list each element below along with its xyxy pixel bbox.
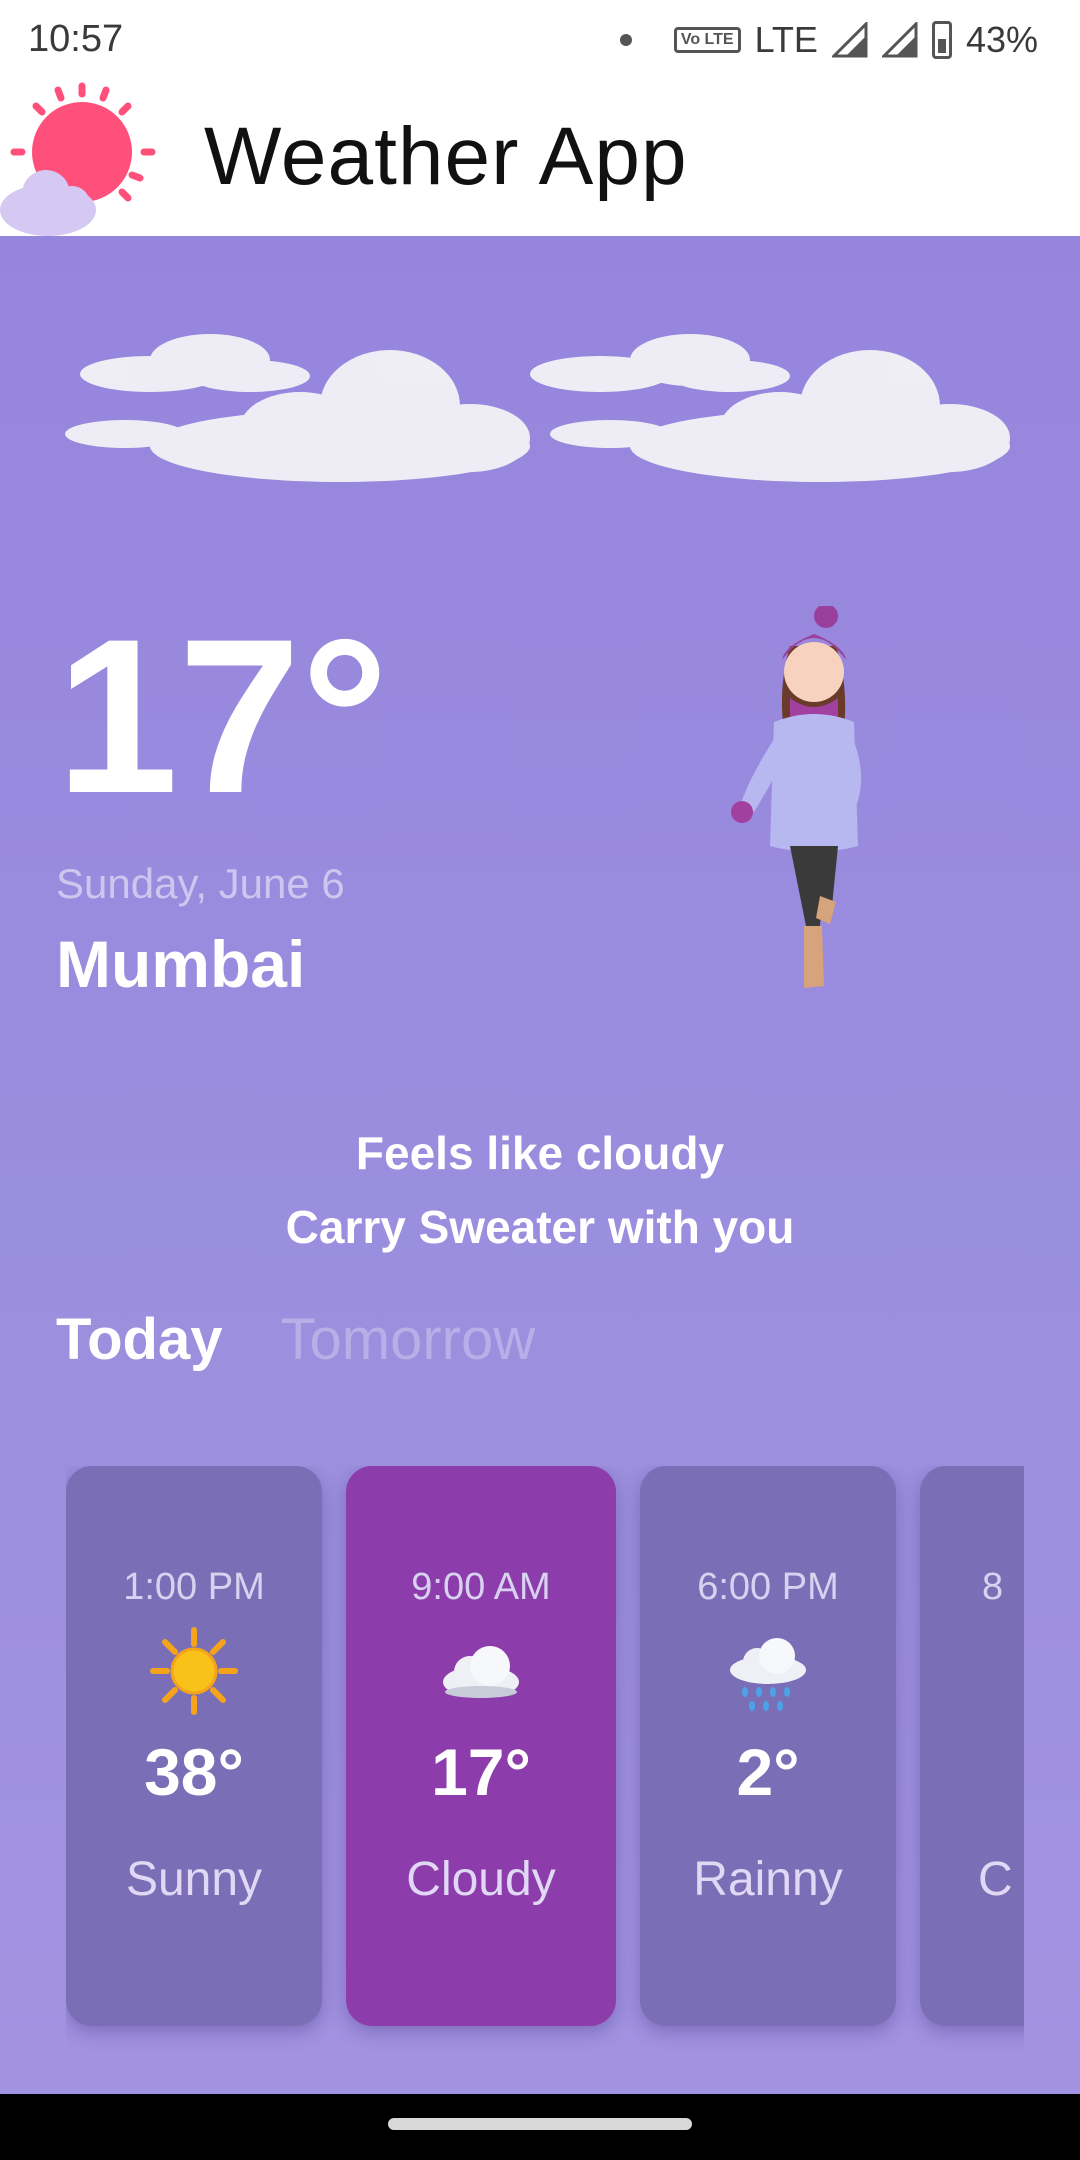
forecast-temp: 38°	[144, 1735, 244, 1809]
forecast-condition: Cloudy	[406, 1853, 556, 1906]
battery-percentage: 43%	[965, 19, 1038, 60]
volte-icon: Vo LTE	[673, 27, 741, 53]
home-gesture-handle[interactable]	[388, 2118, 692, 2130]
app-bar: Weather App	[0, 80, 1080, 236]
forecast-temp: 2°	[736, 1735, 800, 1809]
forecast-time: 1:00 PM	[123, 1566, 265, 1608]
status-time: 10:57	[28, 18, 124, 60]
forecast-condition: C	[978, 1853, 1013, 1906]
forecast-condition: Sunny	[125, 1853, 263, 1906]
navigation-bar	[0, 2094, 1080, 2160]
status-bar: 10:57 Vo LTE LTE 43%	[0, 0, 1080, 80]
forecast-card-rainy[interactable]: 6:00 PM 2° Rainny	[640, 1466, 896, 2026]
forecast-condition: Rainny	[693, 1853, 843, 1906]
city-name: Mumbai	[56, 927, 306, 1001]
clouds-illustration	[65, 334, 1010, 482]
main-content: 17° Sunday, June 6 Mumbai Feels like clo…	[0, 236, 1080, 2094]
advice-line-1: Feels like cloudy	[355, 1127, 725, 1179]
forecast-card-sunny[interactable]: 1:00 PM 38° Sunny	[66, 1466, 322, 2026]
current-temperature: 17°	[56, 593, 389, 839]
network-type: LTE	[754, 19, 818, 60]
advice-line-2: Carry Sweater with you	[285, 1201, 795, 1253]
status-icons: Vo LTE LTE 43%	[619, 16, 1038, 64]
battery-icon	[931, 21, 952, 59]
notification-dot-icon	[619, 34, 632, 46]
forecast-time: 9:00 AM	[411, 1566, 551, 1608]
rain-cloud-icon	[730, 1638, 806, 1711]
tab-tomorrow[interactable]: Tomorrow	[281, 1306, 536, 1373]
signal-icon-2	[881, 22, 918, 58]
current-date: Sunday, June 6	[56, 860, 345, 907]
forecast-card-cloudy[interactable]: 9:00 AM 17° Cloudy	[346, 1466, 616, 2026]
forecast-temp: 17°	[431, 1735, 531, 1809]
tab-today[interactable]: Today	[56, 1306, 223, 1373]
forecast-time: 6:00 PM	[697, 1566, 839, 1608]
cloud-icon	[443, 1646, 519, 1698]
girl-illustration	[731, 606, 862, 988]
day-tabs: Today Tomorrow	[56, 1306, 535, 1373]
sun-cloud-icon	[0, 82, 156, 236]
signal-icon	[831, 22, 868, 58]
forecast-scroller[interactable]: 1:00 PM 38° Sunny 9:00 AM 17° Cloudy 6:0…	[66, 1466, 1024, 2066]
app-title: Weather App	[204, 111, 688, 202]
forecast-time: 8	[982, 1566, 1004, 1608]
weather-advice: Feels like cloudy Carry Sweater with you	[0, 1116, 1080, 1264]
forecast-card-partial[interactable]: 8 C	[920, 1466, 1024, 2026]
sun-icon	[150, 1627, 238, 1715]
